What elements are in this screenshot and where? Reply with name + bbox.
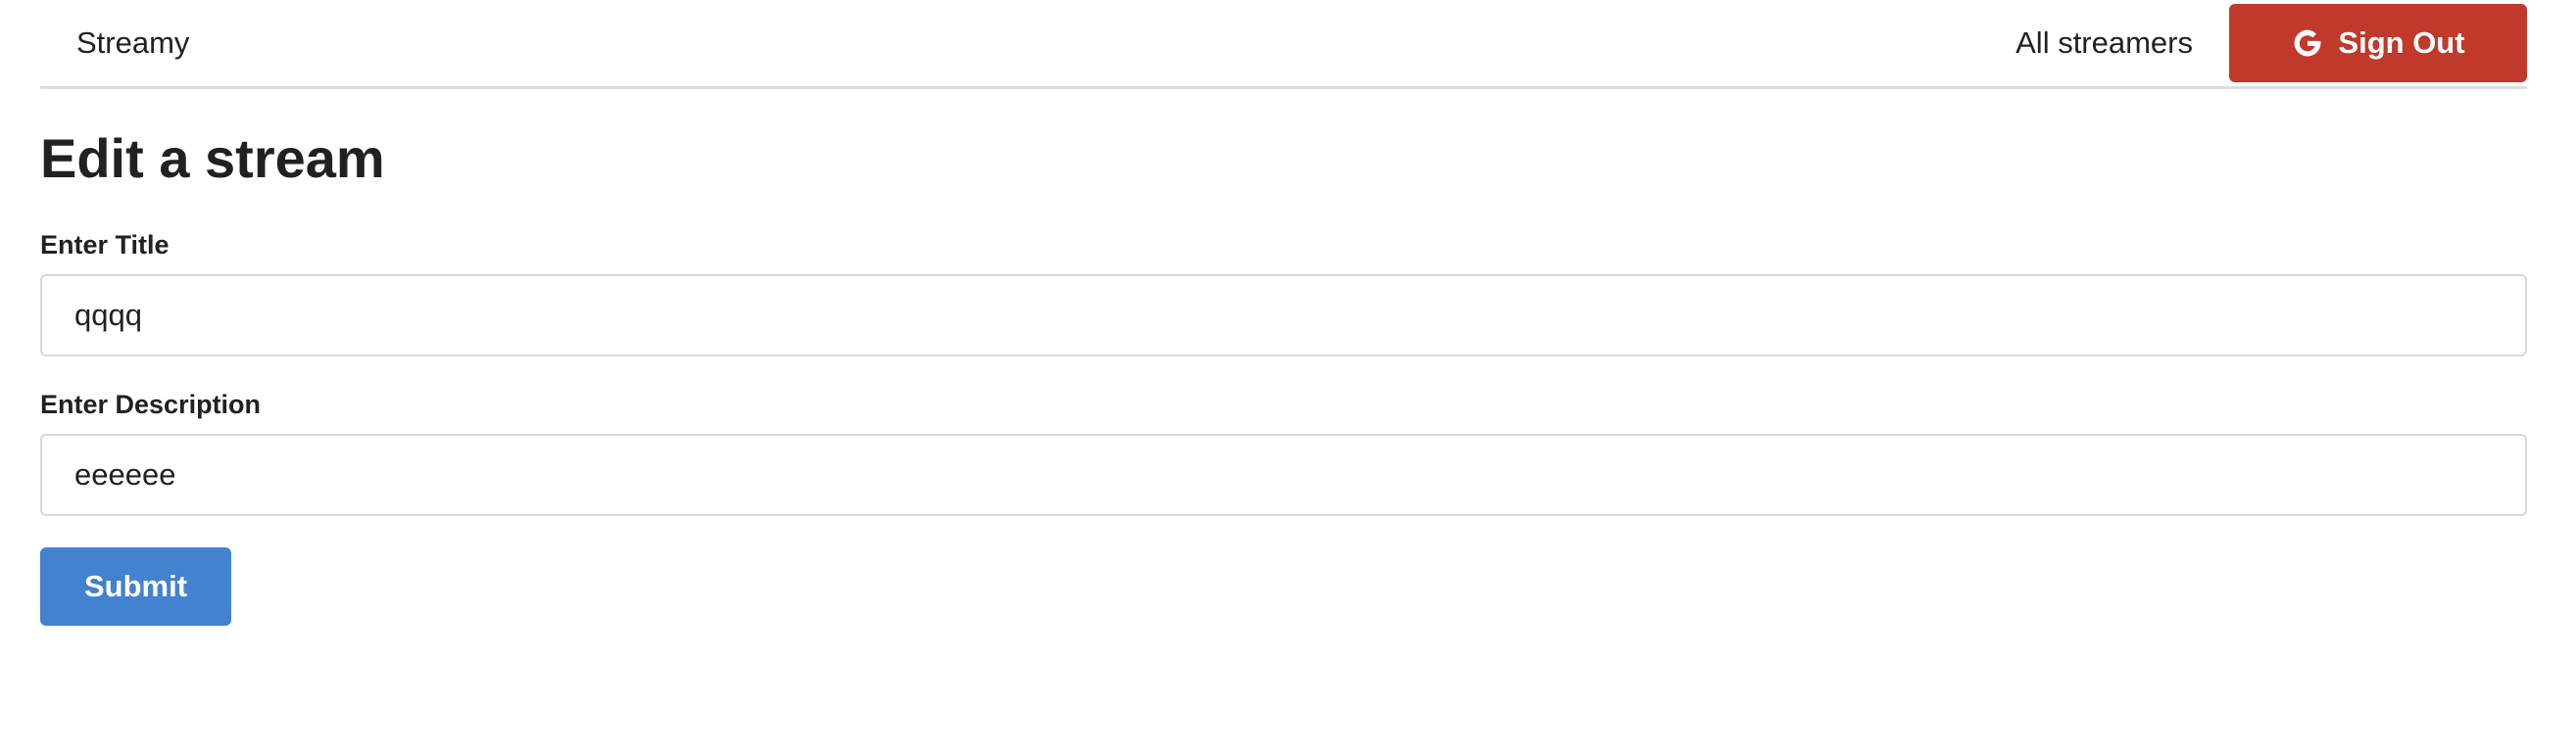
navbar-right: All streamers Sign Out bbox=[2016, 0, 2527, 86]
title-input[interactable] bbox=[40, 273, 2527, 356]
description-label: Enter Description bbox=[40, 389, 262, 419]
description-field-group: Enter Description bbox=[40, 390, 2527, 516]
page: Streamy All streamers Sign Out Edit a st… bbox=[40, 0, 2527, 626]
all-streamers-link[interactable]: All streamers bbox=[2016, 25, 2193, 61]
description-input[interactable] bbox=[40, 433, 2527, 516]
sign-out-button[interactable]: Sign Out bbox=[2229, 4, 2527, 82]
title-field-group: Enter Title bbox=[40, 230, 2527, 356]
title-label: Enter Title bbox=[40, 229, 170, 260]
navbar: Streamy All streamers Sign Out bbox=[40, 0, 2527, 89]
google-icon bbox=[2291, 26, 2324, 60]
page-title: Edit a stream bbox=[40, 127, 385, 189]
brand-link[interactable]: Streamy bbox=[76, 25, 189, 61]
submit-button[interactable]: Submit bbox=[40, 546, 231, 626]
sign-out-label: Sign Out bbox=[2338, 25, 2465, 60]
